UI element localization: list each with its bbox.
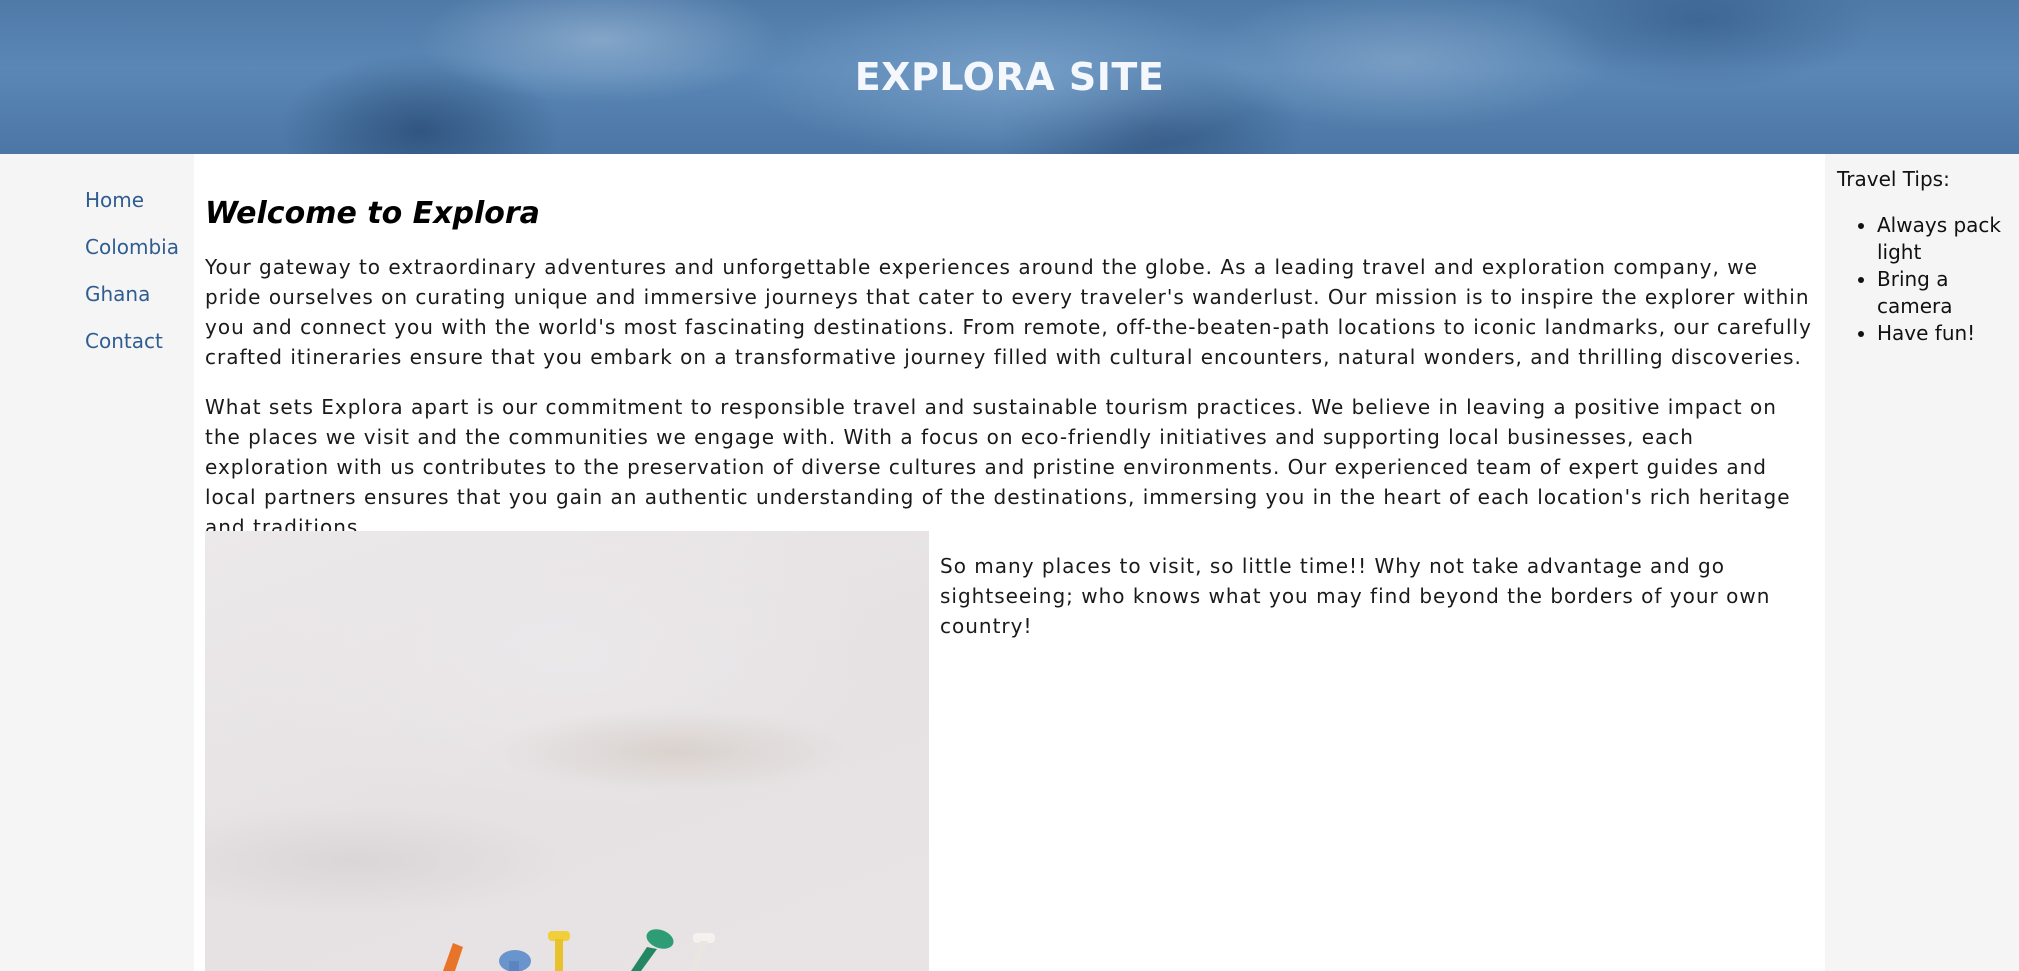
nav-item-contact[interactable]: Contact <box>85 327 163 355</box>
list-item: Have fun! <box>1877 320 2019 347</box>
list-item: Bring a camera <box>1877 266 2019 320</box>
pushpin-orange-icon <box>443 943 463 971</box>
nav-item-ghana[interactable]: Ghana <box>85 280 150 308</box>
nav-item-home[interactable]: Home <box>85 186 144 214</box>
pushpins-image <box>443 929 715 971</box>
travel-tips-sidebar: Travel Tips: Always pack light Bring a c… <box>1825 154 2019 971</box>
pushpin-yellow-icon <box>548 931 570 971</box>
sightseeing-text: So many places to visit, so little time!… <box>940 554 1771 638</box>
pushpin-green-icon <box>631 929 674 971</box>
nav-item-colombia[interactable]: Colombia <box>85 233 179 261</box>
intro-paragraph: Your gateway to extraordinary adventures… <box>205 255 1812 369</box>
pushpins-photo <box>205 531 929 971</box>
site-title: EXPLORA SITE <box>854 55 1165 99</box>
site-header: EXPLORA SITE <box>0 0 2019 154</box>
mission-paragraph: What sets Explora apart is our commitmen… <box>205 395 1791 539</box>
pushpin-white-icon <box>689 933 715 971</box>
list-item: Always pack light <box>1877 212 2019 266</box>
travel-tips-list: Always pack light Bring a camera Have fu… <box>1837 212 2019 347</box>
travel-tips-title: Travel Tips: <box>1837 167 1950 191</box>
page-title: Welcome to Explora <box>205 196 540 231</box>
pushpin-blue-icon <box>499 950 531 971</box>
left-nav: Home Colombia Ghana Contact <box>0 154 194 971</box>
